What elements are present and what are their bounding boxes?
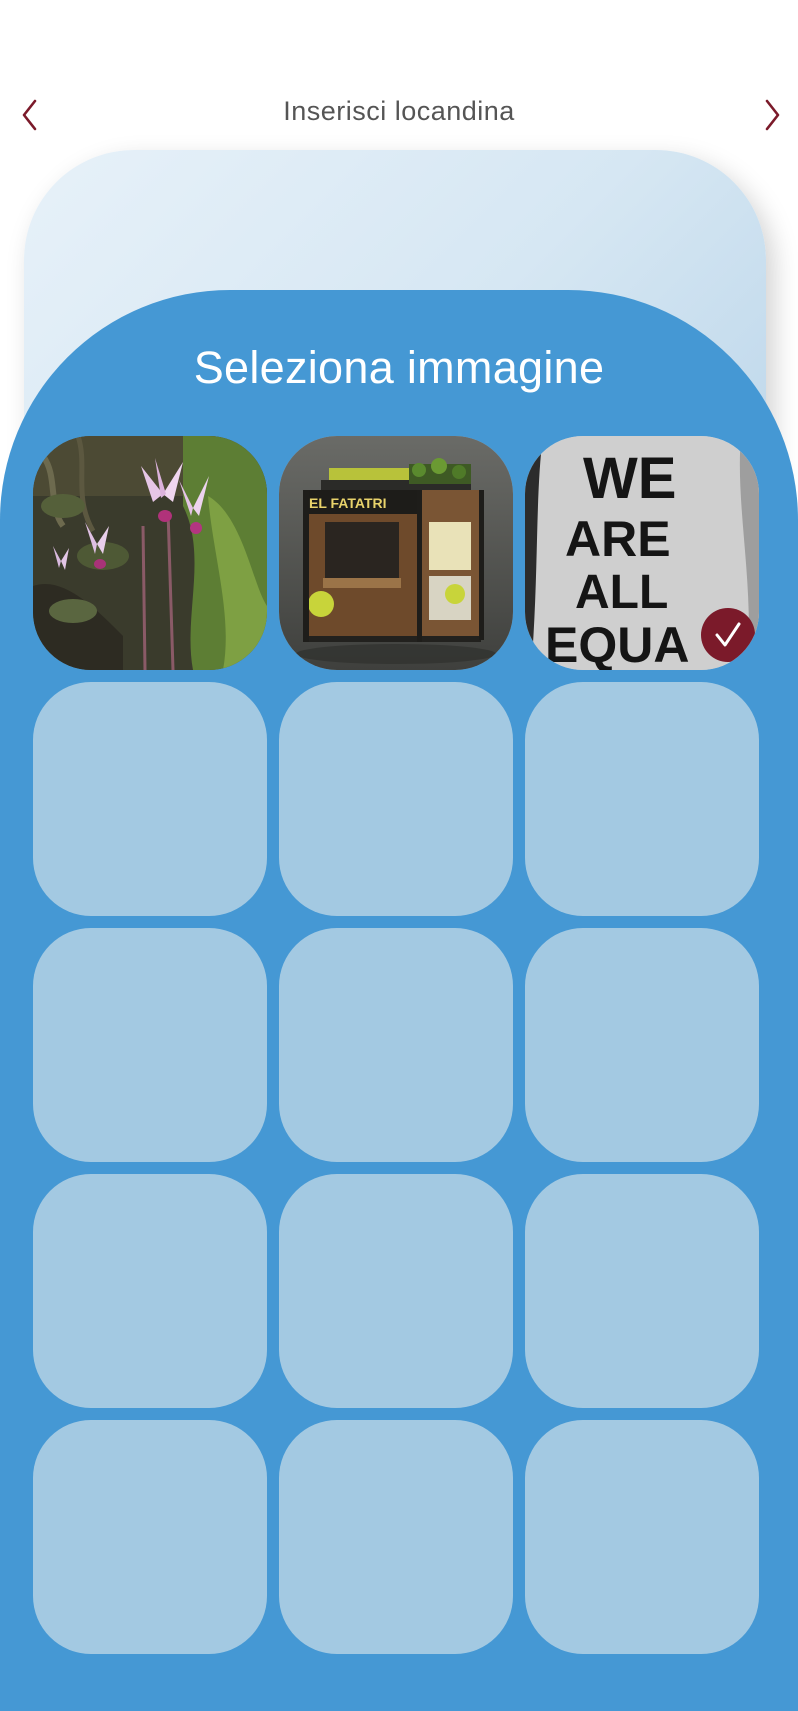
kiosk-thumbnail: EL FATATRI — [279, 436, 513, 670]
empty-image-slot[interactable] — [525, 682, 759, 916]
hand-text-line-1: WE — [583, 446, 676, 511]
hand-text-line-2: ARE — [565, 511, 671, 567]
sheet-title: Seleziona immagine — [193, 342, 605, 393]
header: Inserisci locandina — [0, 0, 798, 140]
image-tile-hand[interactable]: WE ARE ALL EQUA — [525, 436, 759, 670]
image-tile-flowers[interactable] — [33, 436, 267, 670]
hand-text-line-3: ALL — [575, 566, 668, 619]
selected-check-badge — [701, 608, 755, 662]
image-tile-kiosk[interactable]: EL FATATRI — [279, 436, 513, 670]
checkmark-icon — [715, 622, 741, 647]
page: Inserisci locandina Seleziona immagine E… — [0, 0, 798, 1711]
empty-image-slot[interactable] — [33, 928, 267, 1162]
page-title: Inserisci locandina — [283, 96, 515, 126]
forward-button[interactable] — [752, 92, 792, 138]
empty-image-slot[interactable] — [525, 1420, 759, 1654]
hand-text-line-4: EQUA — [545, 617, 689, 670]
empty-image-slot[interactable] — [525, 928, 759, 1162]
empty-image-slot[interactable] — [33, 1420, 267, 1654]
empty-image-slot[interactable] — [279, 1174, 513, 1408]
empty-image-slot[interactable] — [279, 1420, 513, 1654]
chevron-right-icon — [765, 99, 780, 131]
flowers-thumbnail — [33, 436, 267, 670]
empty-image-slot[interactable] — [33, 682, 267, 916]
empty-image-slot[interactable] — [279, 928, 513, 1162]
empty-image-slot[interactable] — [525, 1174, 759, 1408]
empty-image-slot[interactable] — [33, 1174, 267, 1408]
kiosk-sign: EL FATATRI — [309, 495, 387, 511]
empty-image-slot[interactable] — [279, 682, 513, 916]
